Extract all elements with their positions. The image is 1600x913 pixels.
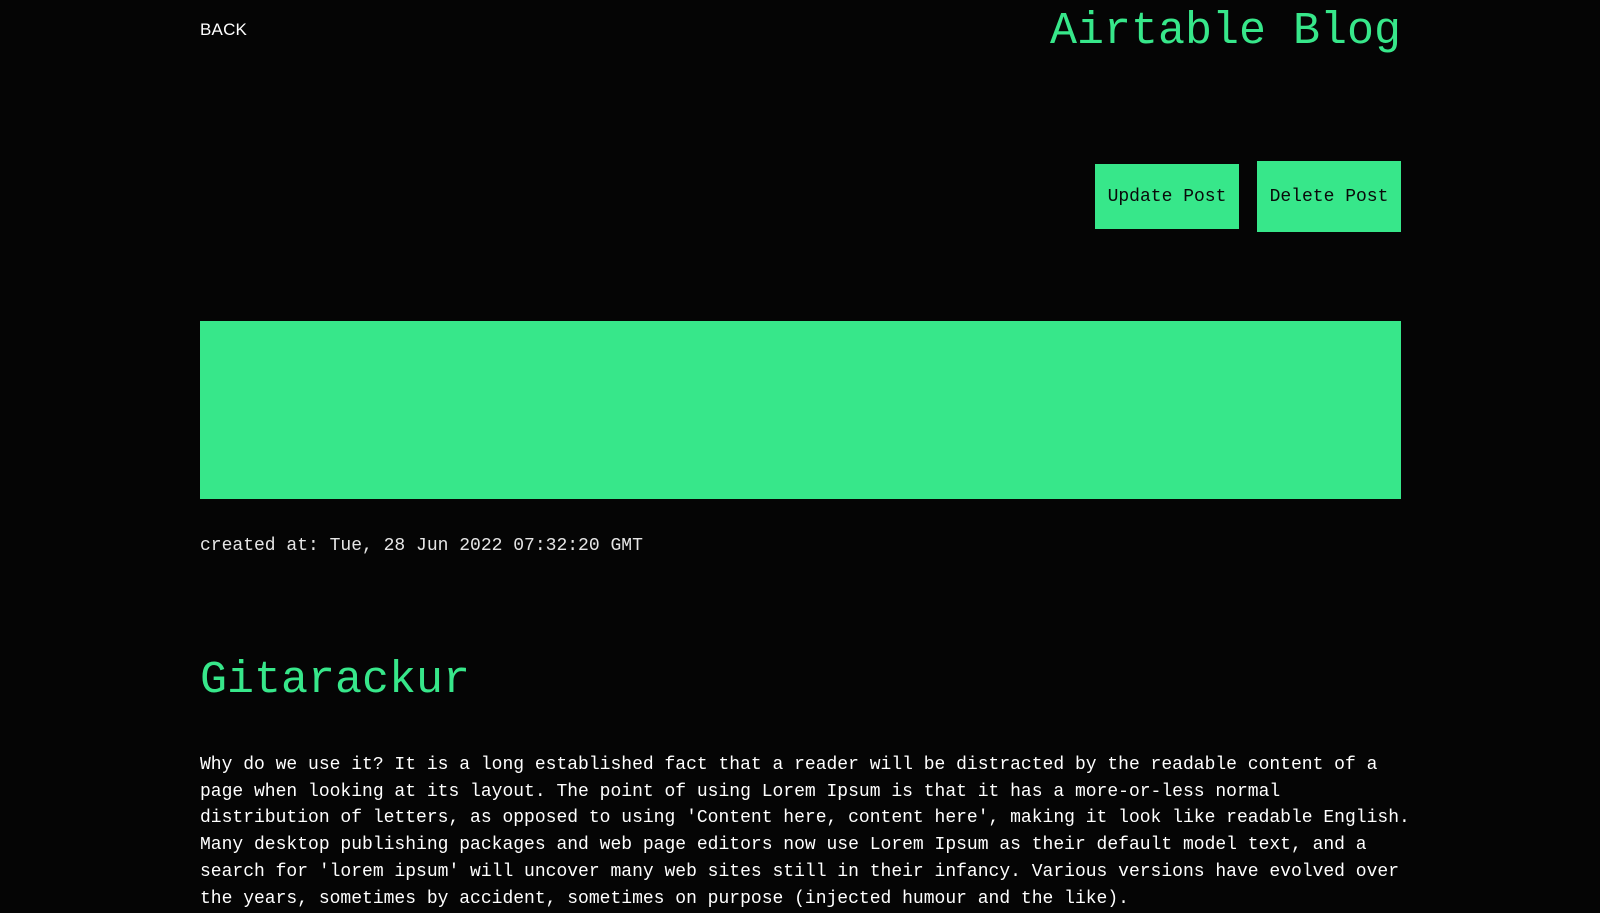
update-post-button[interactable]: Update Post [1095, 164, 1239, 229]
back-link[interactable]: BACK [200, 20, 247, 40]
site-title: Airtable Blog [1049, 6, 1401, 57]
post-created-at: created at: Tue, 28 Jun 2022 07:32:20 GM… [200, 536, 643, 556]
post-title: Gitarackur [200, 655, 471, 706]
post-cover-banner [200, 321, 1401, 499]
delete-post-button[interactable]: Delete Post [1257, 161, 1401, 232]
post-body: Why do we use it? It is a long establish… [200, 755, 1410, 909]
